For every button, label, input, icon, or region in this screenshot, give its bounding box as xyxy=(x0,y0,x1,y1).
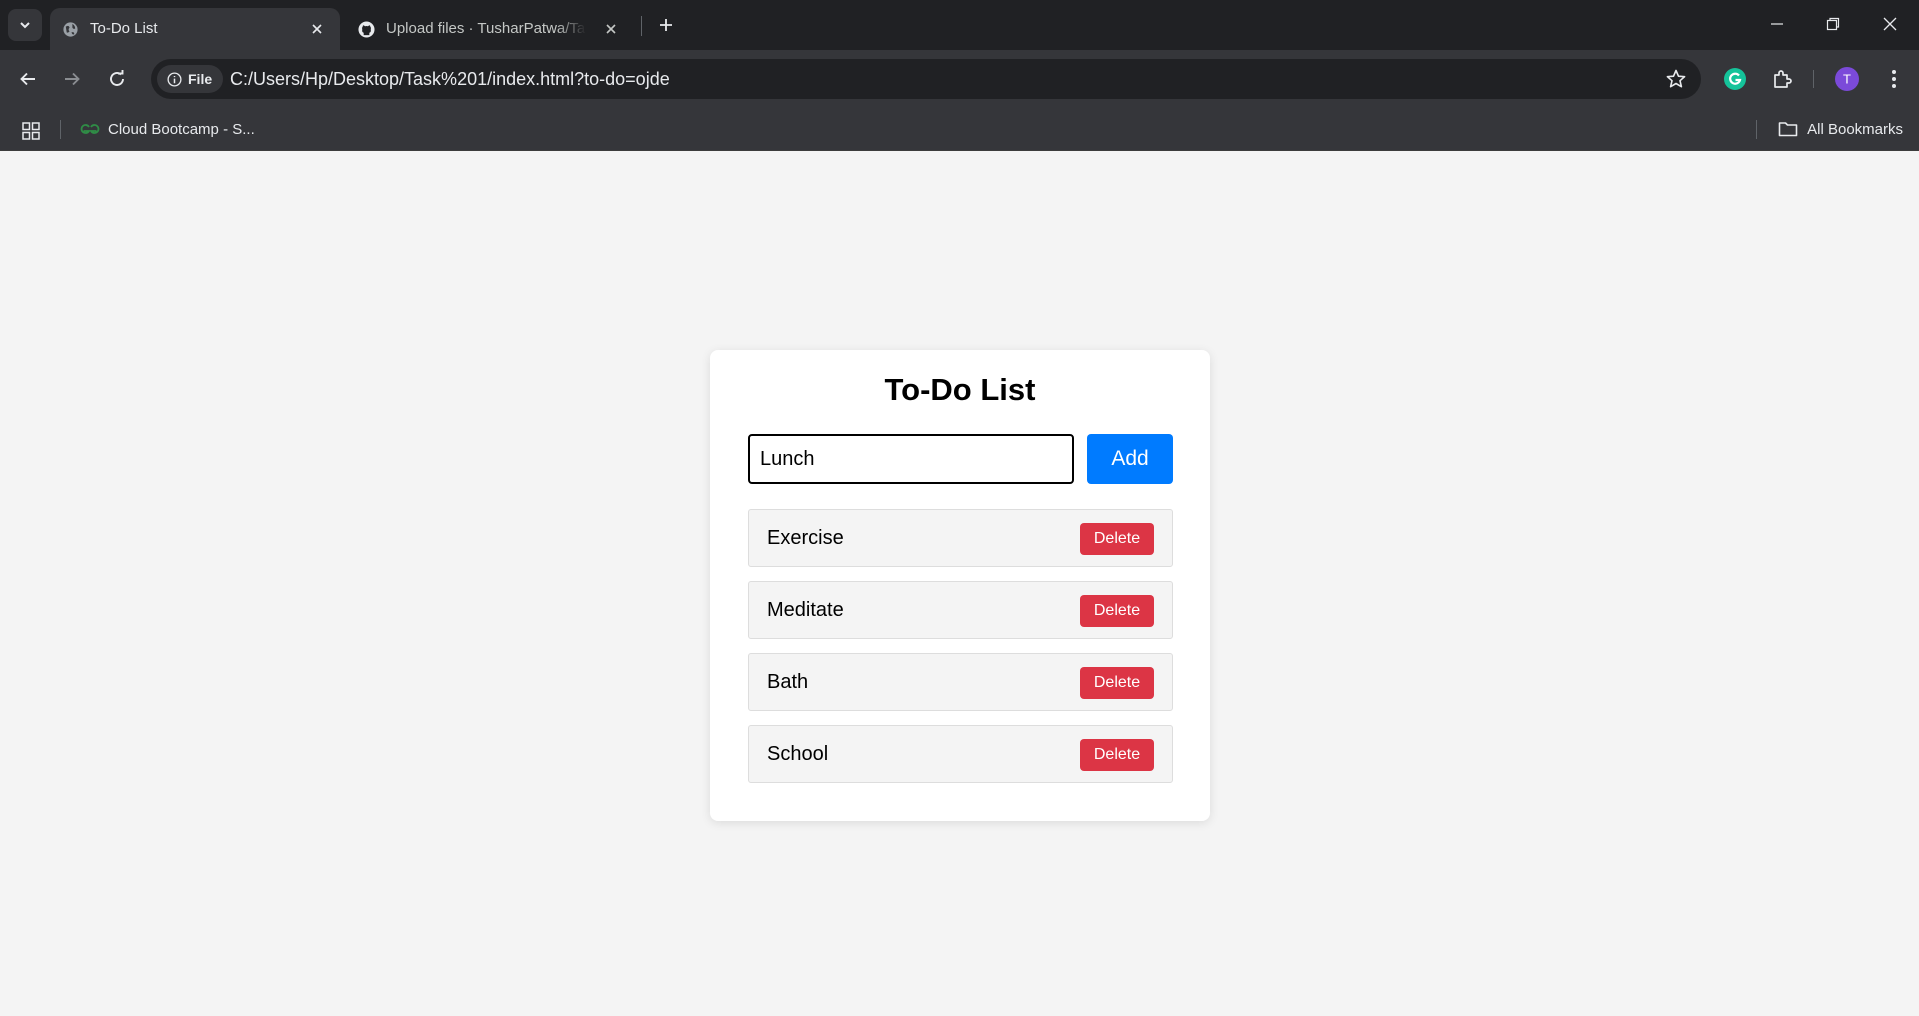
profile-avatar[interactable]: T xyxy=(1834,66,1860,92)
task-text: Bath xyxy=(767,671,809,693)
browser-toolbar: File C:/Users/Hp/Desktop/Task%201/index.… xyxy=(0,50,1919,108)
delete-button[interactable]: Delete xyxy=(1080,595,1154,627)
tab-strip: To-Do List Upload files · TusharPatwa/Ta… xyxy=(0,0,1919,50)
reload-button[interactable] xyxy=(100,62,134,96)
arrow-left-icon xyxy=(20,72,35,86)
bookmarks-bar: Cloud Bootcamp - S... All Bookmarks xyxy=(0,108,1919,151)
plus-icon xyxy=(660,19,672,31)
bookmark-label: Cloud Bootcamp - S... xyxy=(108,120,255,138)
all-bookmarks-label: All Bookmarks xyxy=(1807,120,1903,138)
delete-button[interactable]: Delete xyxy=(1080,667,1154,699)
globe-icon xyxy=(63,22,78,37)
more-menu-icon[interactable] xyxy=(1881,66,1907,92)
back-button[interactable] xyxy=(11,62,45,96)
delete-button[interactable]: Delete xyxy=(1080,739,1154,771)
arrow-right-icon xyxy=(65,72,80,86)
restore-button[interactable] xyxy=(1813,6,1853,42)
bookmarks-divider xyxy=(1756,120,1757,139)
tab-search-button[interactable] xyxy=(8,9,42,41)
star-icon[interactable] xyxy=(1665,68,1687,90)
chevron-down-icon xyxy=(20,22,30,29)
site-info-label: File xyxy=(188,71,213,87)
tab-divider xyxy=(641,16,642,36)
page-title: To-Do List xyxy=(884,372,1036,407)
reload-icon xyxy=(110,70,124,86)
task-list: Exercise Delete Meditate Delete Bath Del… xyxy=(748,509,1173,797)
minimize-button[interactable] xyxy=(1757,6,1797,42)
url-text[interactable]: C:/Users/Hp/Desktop/Task%201/index.html?… xyxy=(230,69,670,90)
folder-icon xyxy=(1778,122,1798,137)
close-icon xyxy=(1883,17,1897,31)
toolbar-divider xyxy=(1813,70,1814,88)
tab-title: To-Do List xyxy=(90,20,158,37)
close-tab-icon[interactable] xyxy=(308,20,326,38)
new-tab-button[interactable] xyxy=(651,10,681,40)
bookmarks-divider xyxy=(60,120,61,139)
task-text: Meditate xyxy=(767,599,844,621)
grammarly-icon[interactable] xyxy=(1722,66,1748,92)
todo-card: To-Do List Add Exercise Delete Meditate … xyxy=(710,350,1210,821)
tab-title: Upload files · TusharPatwa/Task xyxy=(386,20,586,37)
minimize-icon xyxy=(1771,23,1783,25)
site-info-chip[interactable]: File xyxy=(157,65,223,93)
restore-icon xyxy=(1826,17,1840,31)
tab-todo-list[interactable]: To-Do List xyxy=(50,8,340,50)
forward-button[interactable] xyxy=(55,62,89,96)
profile-initial: T xyxy=(1843,72,1851,87)
all-bookmarks-button[interactable]: All Bookmarks xyxy=(1778,116,1903,142)
task-item: School Delete xyxy=(748,725,1173,783)
github-icon xyxy=(358,21,375,38)
page-viewport: To-Do List Add Exercise Delete Meditate … xyxy=(0,151,1919,1016)
task-text: School xyxy=(767,743,829,765)
task-item: Exercise Delete xyxy=(748,509,1173,567)
task-input[interactable] xyxy=(748,434,1074,484)
bookmark-cloud-bootcamp[interactable]: Cloud Bootcamp - S... xyxy=(80,116,255,142)
extensions-icon[interactable] xyxy=(1769,66,1795,92)
address-bar[interactable]: File C:/Users/Hp/Desktop/Task%201/index.… xyxy=(151,59,1701,99)
task-item: Meditate Delete xyxy=(748,581,1173,639)
close-tab-icon[interactable] xyxy=(602,20,620,38)
info-icon xyxy=(167,71,182,87)
geeksforgeeks-icon xyxy=(80,124,100,134)
tab-upload-files[interactable]: Upload files · TusharPatwa/Task xyxy=(346,8,634,50)
apps-grid-icon[interactable] xyxy=(22,122,40,140)
add-button[interactable]: Add xyxy=(1087,434,1173,484)
task-item: Bath Delete xyxy=(748,653,1173,711)
close-window-button[interactable] xyxy=(1870,6,1910,42)
delete-button[interactable]: Delete xyxy=(1080,523,1154,555)
task-text: Exercise xyxy=(767,527,844,549)
